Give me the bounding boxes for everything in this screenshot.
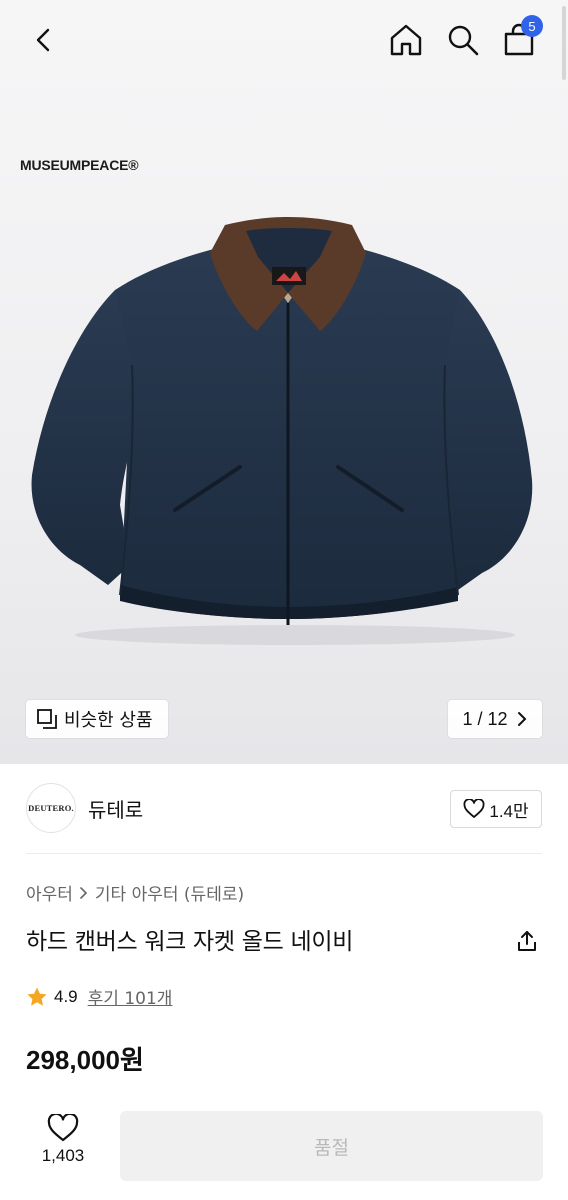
share-button[interactable] xyxy=(510,924,544,958)
search-icon xyxy=(448,25,479,56)
divider xyxy=(26,853,542,854)
store-row[interactable]: DEUTERO. 듀테로 1.4만 xyxy=(26,782,542,836)
top-navigation-bar: 5 xyxy=(0,0,568,84)
star-icon xyxy=(27,987,47,1006)
home-icon xyxy=(390,24,422,56)
breadcrumb-subcategory[interactable]: 기타 아우터 (듀테로) xyxy=(95,880,244,905)
rating-row: 4.9 후기 101개 xyxy=(26,984,172,1009)
scrollbar[interactable] xyxy=(562,6,566,80)
share-icon xyxy=(518,931,536,951)
heart-icon xyxy=(47,1114,79,1142)
sold-out-button[interactable]: 품절 xyxy=(120,1111,543,1181)
back-icon xyxy=(36,28,50,52)
product-title: 하드 캔버스 워크 자켓 올드 네이비 xyxy=(26,929,354,955)
chevron-right-icon xyxy=(80,886,88,899)
breadcrumb-category[interactable]: 아우터 xyxy=(26,880,73,905)
store-avatar[interactable]: DEUTERO. xyxy=(26,783,76,833)
store-like-button[interactable]: 1.4만 xyxy=(450,790,542,828)
jacket-product-image xyxy=(31,217,533,645)
similar-items-icon xyxy=(37,709,57,729)
breadcrumb: 아우터 기타 아우터 (듀테로) xyxy=(26,880,244,905)
reviews-link[interactable]: 후기 101개 xyxy=(88,984,173,1009)
image-pager-text: 1 / 12 xyxy=(462,708,508,729)
rating-score: 4.9 xyxy=(54,986,78,1006)
image-pager[interactable]: 1 / 12 xyxy=(448,700,542,738)
product-like-count: 1,403 xyxy=(41,1146,85,1165)
chevron-right-icon xyxy=(517,712,526,726)
brand-logo: MUSEUMPEACE® xyxy=(20,157,139,173)
store-like-count: 1.4만 xyxy=(489,801,529,821)
similar-items-label: 비슷한 상품 xyxy=(64,710,153,731)
back-button[interactable] xyxy=(22,18,66,62)
search-button[interactable] xyxy=(441,18,485,62)
heart-icon xyxy=(463,799,485,818)
similar-items-button[interactable]: 비슷한 상품 xyxy=(26,700,168,738)
product-price: 298,000원 xyxy=(26,1045,144,1075)
home-button[interactable] xyxy=(384,18,428,62)
cart-button[interactable]: 5 xyxy=(497,15,543,62)
store-name[interactable]: 듀테로 xyxy=(88,794,143,823)
product-image-gallery[interactable]: 5 MUSEUMPEACE® 비슷한 상품 1 / 12 xyxy=(0,0,568,764)
product-like-button[interactable]: 1,403 xyxy=(28,1114,98,1178)
store-avatar-text: DEUTERO. xyxy=(28,802,74,813)
cart-count-badge: 5 xyxy=(521,15,543,37)
